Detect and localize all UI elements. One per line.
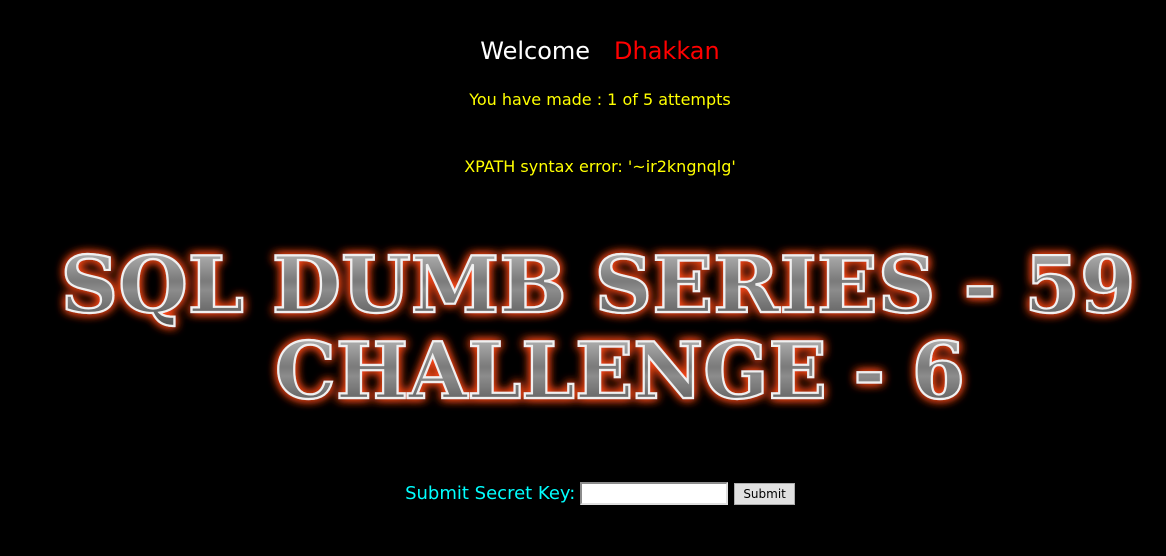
- welcome-greeting: Welcome: [480, 37, 591, 65]
- secret-key-label: Submit Secret Key:: [405, 483, 576, 504]
- xpath-error-message: XPATH syntax error: '~ir2kngnqlg': [464, 157, 736, 176]
- challenge-banner: SQL DUMB SERIES - 59 CHALLENGE - 6: [0, 240, 1166, 420]
- submit-button[interactable]: Submit: [734, 482, 795, 505]
- welcome-username: Dhakkan: [614, 37, 720, 65]
- welcome-line: Welcome Dhakkan: [0, 37, 1166, 65]
- secret-key-form: Submit Secret Key: Submit: [0, 482, 1166, 505]
- secret-key-input[interactable]: [580, 482, 729, 505]
- banner-line-2: CHALLENGE - 6: [275, 326, 965, 417]
- attempts-counter: You have made : 1 of 5 attempts: [469, 90, 731, 109]
- banner-line-1: SQL DUMB SERIES - 59: [61, 240, 1136, 331]
